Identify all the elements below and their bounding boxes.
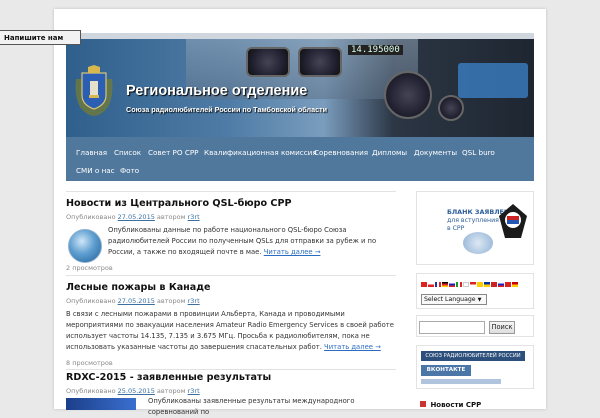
divider [66, 191, 396, 192]
application-form-widget[interactable]: БЛАНК ЗАЯВЛЕНИЯ для вступления в СРР [416, 191, 534, 265]
search-widget: Поиск [416, 315, 534, 337]
divider [66, 275, 396, 276]
divider [66, 369, 396, 370]
site-header-banner[interactable]: 14.195000 Региональное отделение Союза р… [66, 33, 534, 137]
banner-widget: СОЮЗ РАДИОЛЮБИТЕЛЕЙ РОССИИ ВКОНТАКТЕ [416, 345, 534, 389]
article-title[interactable]: Новости из Центрального QSL-бюро СРР [66, 198, 292, 209]
author-prefix: автором [156, 297, 186, 305]
flag-icon[interactable] [463, 282, 469, 287]
article-title[interactable]: RDXC-2015 - заявленные результаты [66, 372, 271, 383]
banner-strip [421, 379, 501, 384]
srr-emblem-icon [499, 204, 527, 238]
search-button[interactable]: Поиск [489, 321, 515, 334]
nav-item-diplomas[interactable]: Дипломы [372, 148, 407, 157]
small-knob [438, 95, 464, 121]
read-more-link[interactable]: Читать далее → [324, 343, 381, 351]
article-meta: Опубликовано 25.05.2015 автором r3rt [66, 387, 200, 395]
nav-item-qualification[interactable]: Квалификационная комиссия [204, 148, 317, 157]
flag-icon[interactable] [449, 282, 455, 287]
language-select[interactable]: Select Language ▼ [421, 294, 487, 305]
article-excerpt: Опубликованы данные по работе национальн… [108, 226, 377, 256]
article-author-link[interactable]: r3rt [188, 387, 200, 395]
nav-item-media[interactable]: СМИ о нас [76, 166, 115, 175]
flag-icon[interactable] [505, 282, 511, 287]
search-input[interactable] [419, 321, 485, 334]
article-meta: Опубликовано 27.05.2015 автором r3rt [66, 297, 200, 305]
flag-icon[interactable] [456, 282, 462, 287]
feedback-tab[interactable]: Напишите нам [0, 30, 81, 45]
author-prefix: автором [156, 387, 186, 395]
application-line2: в СРР [447, 225, 465, 232]
flag-icon[interactable] [484, 282, 490, 287]
article-author-link[interactable]: r3rt [188, 213, 200, 221]
language-widget: Select Language ▼ [416, 273, 534, 309]
article-date-link[interactable]: 25.05.2015 [118, 387, 155, 395]
article-excerpt: Опубликованы заявленные результаты между… [148, 397, 355, 416]
nav-item-council[interactable]: Совет РО СРР [148, 148, 199, 157]
article-meta: Опубликовано 27.05.2015 автором r3rt [66, 213, 200, 221]
main-nav: Главная Список Совет РО СРР Квалификацио… [66, 137, 534, 181]
nav-item-documents[interactable]: Документы [414, 148, 457, 157]
globe-icon [463, 232, 493, 254]
vk-banner[interactable]: ВКОНТАКТЕ [421, 365, 471, 376]
flag-icon[interactable] [512, 282, 518, 287]
flag-icon[interactable] [428, 282, 434, 287]
site-title: Региональное отделение [126, 83, 308, 99]
qsl-globe-icon [68, 229, 102, 263]
language-flags [421, 282, 518, 287]
article-date-link[interactable]: 27.05.2015 [118, 297, 155, 305]
frequency-display: 14.195000 [348, 45, 403, 55]
meta-prefix: Опубликовано [66, 213, 116, 221]
nav-item-contests[interactable]: Соревнования [314, 148, 368, 157]
view-count: 8 просмотров [66, 359, 113, 367]
srr-news-heading: Новости СРР [420, 401, 481, 409]
read-more-link[interactable]: Читать далее → [264, 248, 321, 256]
article-author-link[interactable]: r3rt [188, 297, 200, 305]
flag-icon[interactable] [435, 282, 441, 287]
world-map-image [458, 63, 528, 98]
nav-item-home[interactable]: Главная [76, 148, 107, 157]
meta-prefix: Опубликовано [66, 387, 116, 395]
news-bullet-icon [420, 401, 426, 407]
nav-item-list[interactable]: Список [114, 148, 141, 157]
tambov-crest-icon [75, 65, 113, 116]
flag-icon[interactable] [491, 282, 497, 287]
page-container: 14.195000 Региональное отделение Союза р… [54, 9, 546, 416]
vfo-knob [384, 71, 432, 119]
srr-banner[interactable]: СОЮЗ РАДИОЛЮБИТЕЛЕЙ РОССИИ [421, 351, 525, 361]
flag-icon[interactable] [498, 282, 504, 287]
nav-item-photo[interactable]: Фото [120, 166, 139, 175]
article-title[interactable]: Лесные пожары в Канаде [66, 282, 211, 293]
nav-item-qsl-buro[interactable]: QSL buro [462, 148, 495, 157]
chevron-down-icon: ▼ [477, 297, 482, 303]
flag-icon[interactable] [421, 282, 427, 287]
flag-icon[interactable] [477, 282, 483, 287]
view-count: 2 просмотров [66, 264, 113, 272]
meter-left [246, 47, 290, 77]
application-line1: для вступления [447, 217, 499, 224]
meter-right [298, 47, 342, 77]
article-excerpt: В связи с лесными пожарами в провинции А… [66, 310, 394, 351]
site-subtitle: Союза радиолюбителей России по Тамбовско… [126, 105, 328, 114]
flag-icon[interactable] [442, 282, 448, 287]
author-prefix: автором [156, 213, 186, 221]
article-date-link[interactable]: 27.05.2015 [118, 213, 155, 221]
flag-icon[interactable] [470, 282, 476, 287]
meta-prefix: Опубликовано [66, 297, 116, 305]
